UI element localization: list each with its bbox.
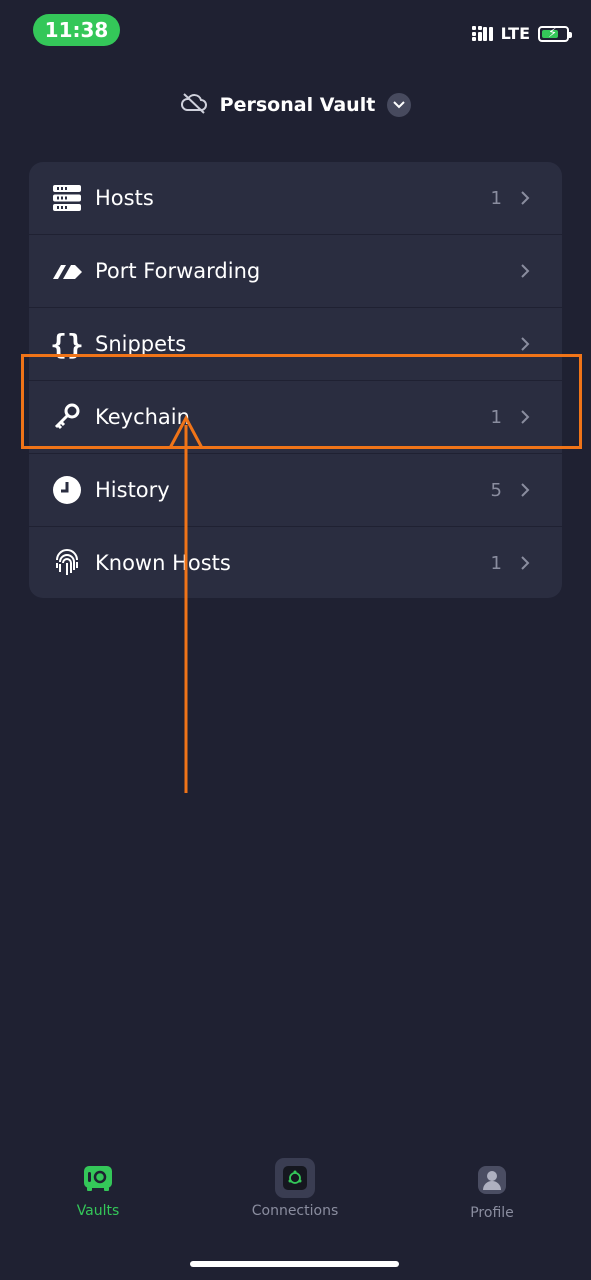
chevron-right-icon	[520, 336, 534, 352]
chevron-right-icon	[520, 263, 534, 279]
chevron-right-icon	[520, 555, 534, 571]
signal-icon	[472, 26, 493, 41]
tab-label: Vaults	[76, 1203, 120, 1219]
tab-connections[interactable]: Connections	[225, 1158, 365, 1219]
vault-icon	[83, 1165, 113, 1197]
menu-item-label: History	[95, 478, 170, 502]
port-forward-icon	[49, 253, 85, 289]
profile-icon	[477, 1165, 507, 1199]
tab-bar: Vaults Connections Profile	[0, 1158, 591, 1235]
clock-icon	[49, 472, 85, 508]
chevron-right-icon	[520, 482, 534, 498]
fingerprint-icon	[49, 545, 85, 581]
menu-item-count: 5	[490, 479, 502, 501]
highlight-box	[21, 354, 582, 449]
menu-item-count: 1	[490, 552, 502, 574]
status-time: 11:38	[33, 14, 120, 46]
chevron-right-icon	[520, 190, 534, 206]
vault-title: Personal Vault	[219, 94, 376, 116]
menu-item-hosts[interactable]: Hosts 1	[29, 162, 562, 235]
cloud-off-icon	[180, 91, 208, 119]
tab-vaults[interactable]: Vaults	[28, 1165, 168, 1219]
tab-label: Profile	[470, 1205, 514, 1221]
home-indicator	[190, 1261, 399, 1267]
tab-profile[interactable]: Profile	[422, 1165, 562, 1221]
menu-item-label: Known Hosts	[95, 551, 231, 575]
chevron-down-icon[interactable]	[387, 93, 412, 117]
network-type: LTE	[500, 24, 530, 43]
vault-selector[interactable]: Personal Vault	[0, 88, 591, 122]
menu-item-history[interactable]: History 5	[29, 454, 562, 527]
menu-item-label: Port Forwarding	[95, 259, 261, 283]
server-icon	[49, 180, 85, 216]
menu-item-label: Snippets	[95, 332, 187, 356]
status-indicators: LTE ⚡	[472, 24, 572, 43]
menu-item-label: Hosts	[95, 186, 154, 210]
battery-charging-icon: ⚡	[538, 25, 572, 42]
connections-icon	[274, 1158, 316, 1203]
menu-item-count: 1	[490, 187, 502, 209]
menu-item-port-forwarding[interactable]: Port Forwarding	[29, 235, 562, 308]
tab-label: Connections	[251, 1203, 339, 1219]
menu-item-known-hosts[interactable]: Known Hosts 1	[29, 527, 562, 598]
